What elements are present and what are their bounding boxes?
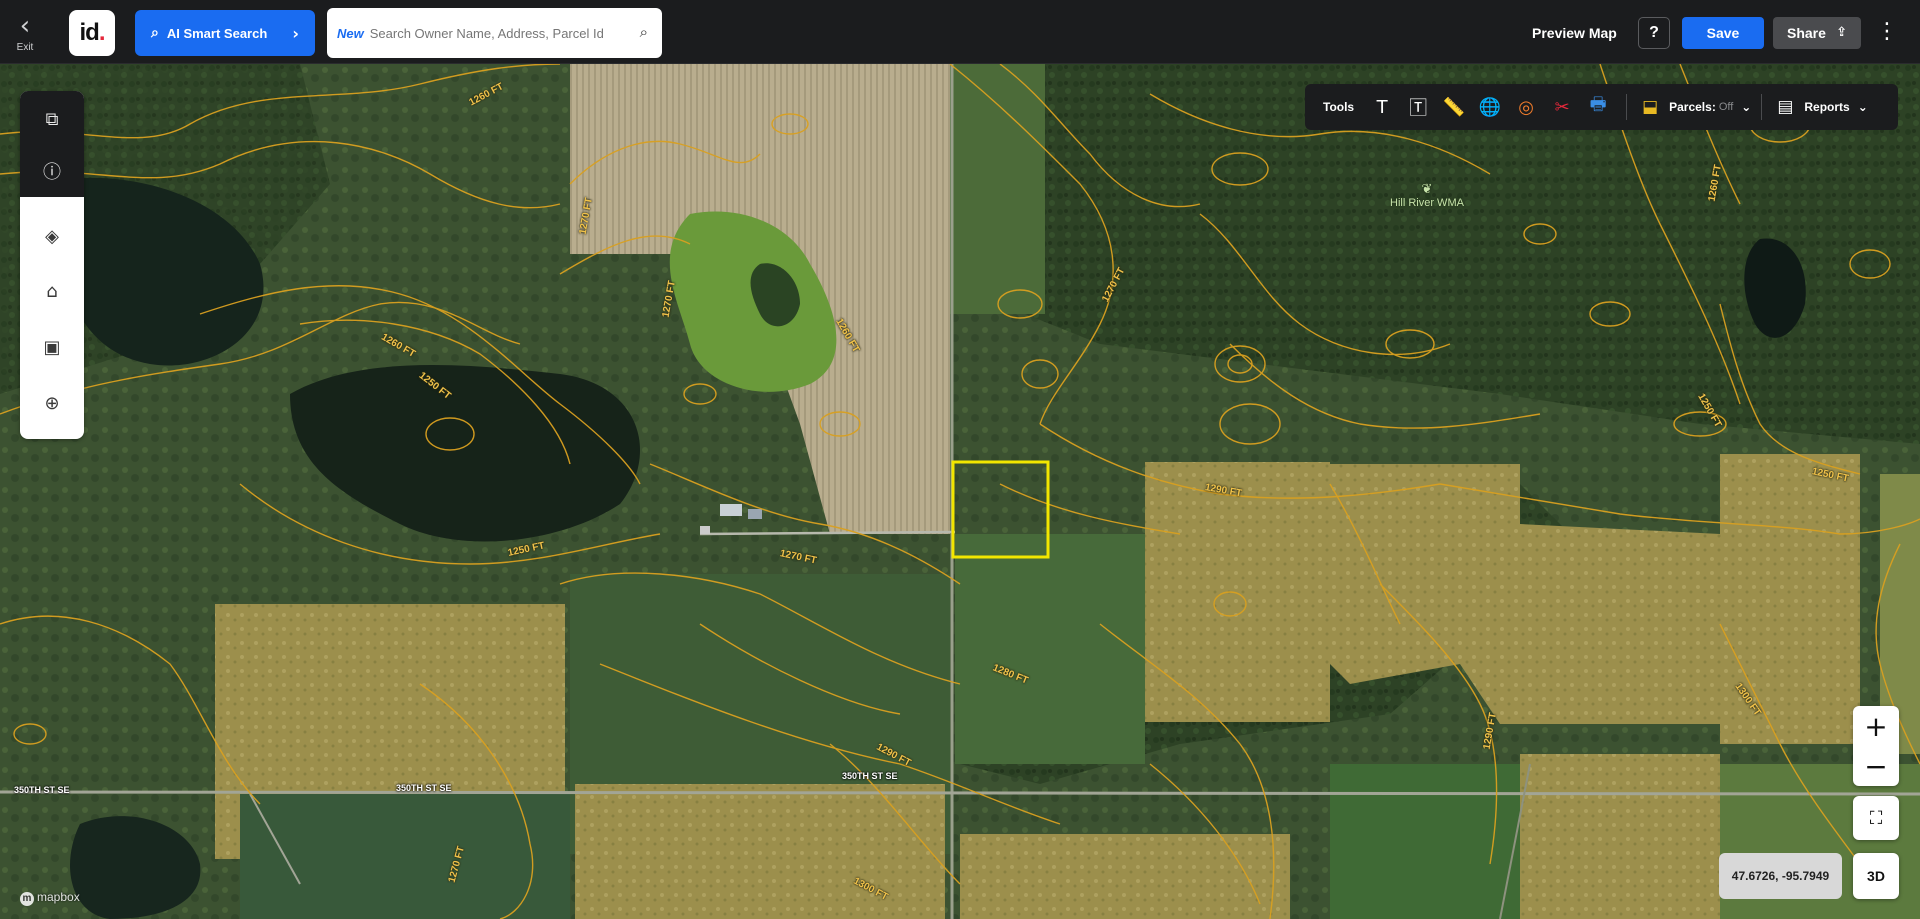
3d-toggle-button[interactable]: 3D xyxy=(1853,853,1899,899)
chevron-left-icon: ‹ xyxy=(19,11,31,41)
save-button[interactable]: Save xyxy=(1682,17,1764,49)
reports-dropdown[interactable]: ▤ Reports ⌄ xyxy=(1772,92,1867,122)
search-box: New ⌕ xyxy=(327,8,662,58)
ruler-icon[interactable]: 📏 xyxy=(1436,92,1472,122)
toolbar-divider xyxy=(1626,94,1628,120)
parcel-icon: ⬓ xyxy=(1642,97,1659,117)
preview-map-button[interactable]: Preview Map xyxy=(1520,16,1629,50)
road-label: 350TH ST SE xyxy=(842,771,898,781)
reports-label: Reports xyxy=(1804,100,1850,114)
top-bar: ‹ Exit id. ⌕ AI Smart Search › New ⌕ Pre… xyxy=(0,0,1920,64)
share-button[interactable]: Share ⇪ xyxy=(1773,17,1861,49)
search-icon[interactable]: ⌕ xyxy=(640,23,648,41)
mapbox-label: mapbox xyxy=(37,890,80,904)
left-tool-panel: ⧉ ⓘ ◈ ⌂ ▣ ⊕ xyxy=(20,91,84,439)
toolbar-divider xyxy=(1761,94,1763,120)
road-label: 350TH ST SE xyxy=(396,783,452,793)
info-icon[interactable]: ⓘ xyxy=(32,151,72,191)
tools-label: Tools xyxy=(1323,100,1355,114)
share-icon: ⇪ xyxy=(1836,25,1847,40)
poi-hill-river-wma[interactable]: ❦ Hill River WMA xyxy=(1390,182,1464,209)
park-icon: ❦ xyxy=(1421,182,1433,197)
ai-smart-search-label: AI Smart Search xyxy=(166,25,268,41)
zoom-control: + − xyxy=(1853,706,1899,786)
mapbox-attribution[interactable]: m mapbox xyxy=(20,890,80,906)
buildings-icon[interactable]: ⌂ xyxy=(32,271,72,311)
logo-text: id xyxy=(79,19,100,46)
help-button[interactable]: ? xyxy=(1638,17,1670,49)
parcels-toggle[interactable]: ⬓ Parcels: Off ⌄ xyxy=(1637,92,1751,122)
road-label: 350TH ST SE xyxy=(14,785,70,795)
globe-pin-icon[interactable]: 🌐 xyxy=(1472,92,1508,122)
ai-smart-search-button[interactable]: ⌕ AI Smart Search › xyxy=(135,10,315,56)
text-box-icon[interactable]: 🅃 xyxy=(1400,92,1436,122)
poi-label: Hill River WMA xyxy=(1390,197,1464,209)
exit-button[interactable]: ‹ Exit xyxy=(10,11,40,54)
satellite-imagery xyxy=(0,64,1920,919)
more-options-icon[interactable]: ⋮ xyxy=(1876,17,1898,49)
mapbox-icon: m xyxy=(20,892,34,906)
parcels-state: Off xyxy=(1718,101,1734,113)
reports-icon: ▤ xyxy=(1777,97,1794,117)
chevron-down-icon: ⌄ xyxy=(1741,100,1752,114)
add-location-icon[interactable]: ⊕ xyxy=(32,383,72,423)
tools-bar: Tools T 🅃 📏 🌐 ◎ ✂ 🖶 ⬓ Parcels: Off ⌄ ▤ R… xyxy=(1305,84,1898,130)
panel-toggle-icon[interactable]: ⧉ xyxy=(32,99,72,139)
search-icon: ⌕ xyxy=(151,25,159,41)
exit-label: Exit xyxy=(16,42,34,53)
app-logo[interactable]: id. xyxy=(69,10,115,56)
share-label: Share xyxy=(1787,25,1826,41)
print-icon[interactable]: 🖶 xyxy=(1580,92,1616,122)
coordinates-readout: 47.6726, -95.7949 xyxy=(1719,853,1842,899)
new-badge: New xyxy=(337,25,364,41)
scissors-icon[interactable]: ✂ xyxy=(1544,92,1580,122)
parcels-label: Parcels: xyxy=(1669,100,1716,114)
chevron-right-icon: › xyxy=(292,23,299,43)
search-input[interactable] xyxy=(369,25,620,41)
target-icon[interactable]: ◎ xyxy=(1508,92,1544,122)
image-icon[interactable]: ▣ xyxy=(32,327,72,367)
map-canvas[interactable]: 1260 FT 1270 FT 1270 FT 1260 FT 1260 FT … xyxy=(0,64,1920,919)
chevron-down-icon: ⌄ xyxy=(1857,100,1868,114)
fit-bounds-icon[interactable]: ⛶ xyxy=(1853,796,1899,840)
zoom-out-button[interactable]: − xyxy=(1853,746,1899,786)
logo-dot: . xyxy=(98,19,106,46)
text-icon[interactable]: T xyxy=(1364,92,1400,122)
layers-icon[interactable]: ◈ xyxy=(32,216,72,256)
zoom-in-button[interactable]: + xyxy=(1853,706,1899,746)
